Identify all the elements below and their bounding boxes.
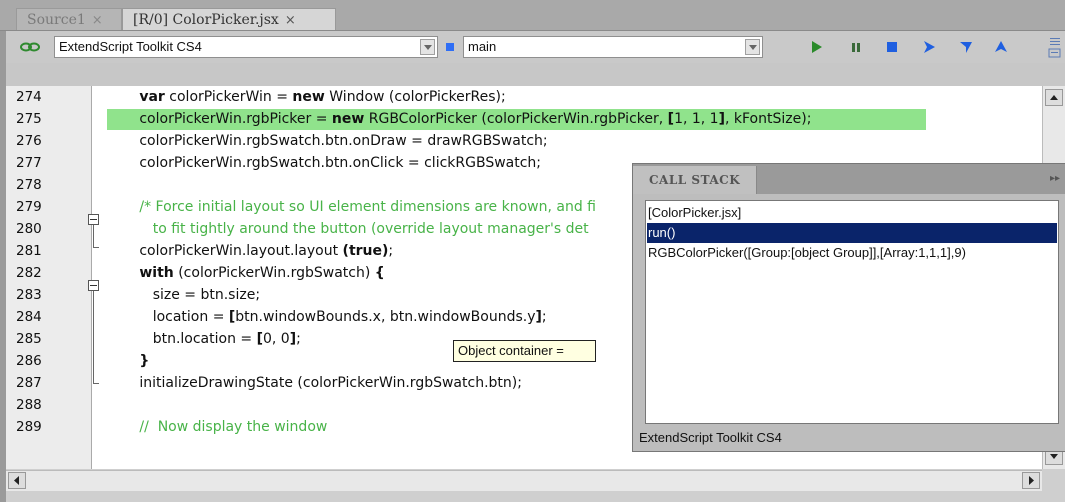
- line-number[interactable]: 284: [16, 309, 42, 325]
- code-text[interactable]: to fit tightly around the button (overri…: [126, 221, 589, 237]
- code-text[interactable]: colorPickerWin.rgbPicker = new RGBColorP…: [126, 111, 811, 127]
- horizontal-scrollbar[interactable]: [6, 470, 1042, 491]
- code-line[interactable]: 274 var colorPickerWin = new Window (col…: [6, 87, 1042, 109]
- target-application-value: ExtendScript Toolkit CS4: [59, 39, 202, 54]
- code-text[interactable]: size = btn.size;: [126, 287, 260, 303]
- line-number[interactable]: 282: [16, 265, 42, 281]
- code-text[interactable]: btn.location = [0, 0];: [126, 331, 301, 347]
- stop-icon[interactable]: [885, 40, 899, 54]
- line-number[interactable]: 289: [16, 419, 42, 435]
- pause-icon[interactable]: [849, 40, 863, 54]
- code-text[interactable]: /* Force initial layout so UI element di…: [126, 199, 596, 215]
- engine-select[interactable]: main: [463, 36, 763, 58]
- line-number[interactable]: 285: [16, 331, 42, 347]
- chevron-down-icon[interactable]: [745, 39, 760, 55]
- line-number[interactable]: 281: [16, 243, 42, 259]
- scroll-right-icon[interactable]: [1022, 472, 1040, 489]
- code-line[interactable]: 275 colorPickerWin.rgbPicker = new RGBCo…: [6, 109, 1042, 131]
- chevron-down-icon[interactable]: [420, 39, 435, 55]
- code-text[interactable]: colorPickerWin.rgbSwatch.btn.onDraw = dr…: [126, 133, 547, 149]
- code-text[interactable]: colorPickerWin.layout.layout (true);: [126, 243, 393, 259]
- call-stack-panel: CALL STACK ▸▸ [ColorPicker.jsx] run() RG…: [632, 163, 1065, 452]
- target-application-select[interactable]: ExtendScript Toolkit CS4: [54, 36, 438, 58]
- debug-toolbar: ExtendScript Toolkit CS4 main: [6, 31, 1065, 63]
- tab-colorpicker-label: [R/0] ColorPicker.jsx: [133, 12, 279, 28]
- scroll-up-icon[interactable]: [1045, 89, 1063, 106]
- code-text[interactable]: colorPickerWin.rgbSwatch.btn.onClick = c…: [126, 155, 541, 171]
- code-line[interactable]: 276 colorPickerWin.rgbSwatch.btn.onDraw …: [6, 131, 1042, 153]
- step-into-icon[interactable]: [959, 40, 973, 54]
- code-text[interactable]: initializeDrawingState (colorPickerWin.r…: [126, 375, 522, 391]
- step-over-icon[interactable]: [922, 40, 936, 54]
- line-number[interactable]: 286: [16, 353, 42, 369]
- tab-source1-close-icon[interactable]: ×: [92, 13, 103, 28]
- line-number[interactable]: 276: [16, 133, 42, 149]
- line-number[interactable]: 277: [16, 155, 42, 171]
- tab-colorpicker-close-icon[interactable]: ×: [285, 13, 296, 28]
- line-number[interactable]: 278: [16, 177, 42, 193]
- line-number[interactable]: 280: [16, 221, 42, 237]
- step-out-icon[interactable]: [994, 40, 1008, 54]
- link-icon[interactable]: [20, 42, 40, 52]
- line-number[interactable]: 275: [16, 111, 42, 127]
- editor-header-gap: [6, 63, 1065, 86]
- code-text[interactable]: // Now display the window: [126, 419, 327, 435]
- code-text[interactable]: with (colorPickerWin.rgbSwatch) {: [126, 265, 384, 281]
- call-stack-item[interactable]: RGBColorPicker([Group:[object Group]],[A…: [647, 243, 1057, 263]
- document-tab-bar: Source1 × [R/0] ColorPicker.jsx ×: [0, 0, 1065, 31]
- call-stack-header: CALL STACK ▸▸: [633, 164, 1065, 194]
- call-stack-status: ExtendScript Toolkit CS4: [639, 430, 782, 445]
- panel-flyout-icon[interactable]: ▸▸: [1050, 173, 1060, 184]
- code-text[interactable]: var colorPickerWin = new Window (colorPi…: [126, 89, 505, 105]
- run-icon[interactable]: [809, 40, 823, 54]
- scroll-left-icon[interactable]: [8, 472, 26, 489]
- line-number[interactable]: 279: [16, 199, 42, 215]
- line-number[interactable]: 283: [16, 287, 42, 303]
- call-stack-tab[interactable]: CALL STACK: [633, 166, 757, 194]
- line-number[interactable]: 274: [16, 89, 42, 105]
- engine-icon: [446, 43, 454, 51]
- engine-value: main: [468, 39, 497, 54]
- tab-colorpicker[interactable]: [R/0] ColorPicker.jsx ×: [122, 8, 336, 30]
- line-number[interactable]: 287: [16, 375, 42, 391]
- tab-source1-label: Source1: [27, 12, 86, 28]
- code-text[interactable]: }: [126, 353, 149, 369]
- call-stack-list[interactable]: [ColorPicker.jsx] run() RGBColorPicker([…: [645, 200, 1059, 424]
- call-stack-item[interactable]: [ColorPicker.jsx]: [647, 203, 1057, 223]
- call-stack-item-selected[interactable]: run(): [647, 223, 1057, 243]
- panel-menu-icon[interactable]: [1046, 35, 1062, 59]
- variable-tooltip: Object container =: [453, 340, 596, 362]
- tab-source1[interactable]: Source1 ×: [16, 8, 122, 30]
- code-text[interactable]: location = [btn.windowBounds.x, btn.wind…: [126, 309, 547, 325]
- line-number[interactable]: 288: [16, 397, 42, 413]
